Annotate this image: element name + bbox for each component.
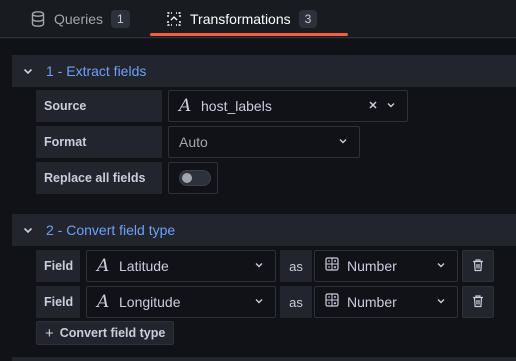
as-label: as	[280, 286, 312, 318]
chevron-down-icon	[22, 224, 36, 236]
toggle-knob	[182, 173, 192, 183]
tab-count-badge: 3	[298, 10, 318, 28]
delete-row-button[interactable]	[462, 286, 494, 318]
type-select-longitude[interactable]: Number	[314, 286, 458, 318]
replace-all-fields-label: Replace all fields	[36, 162, 162, 194]
replace-all-fields-toggle[interactable]	[179, 170, 211, 186]
type-value: Number	[347, 294, 397, 310]
field-select-latitude[interactable]: A Latitude	[86, 250, 276, 282]
format-select[interactable]: Auto	[168, 126, 360, 158]
trash-icon	[471, 294, 485, 311]
replace-all-fields-container	[168, 162, 218, 194]
type-select-latitude[interactable]: Number	[314, 250, 458, 282]
section-title: 2 - Convert field type	[46, 222, 176, 238]
field-type-icon: A	[179, 96, 192, 116]
plus-icon: +	[45, 324, 54, 342]
next-section-edge	[12, 357, 516, 361]
field-label: Field	[36, 250, 80, 282]
format-value: Auto	[179, 134, 208, 150]
clear-icon[interactable]	[367, 98, 379, 114]
transform-icon	[166, 11, 182, 27]
database-icon	[30, 11, 46, 27]
field-label: Field	[36, 286, 80, 318]
trash-icon	[471, 258, 485, 275]
field-type-icon: A	[97, 256, 110, 276]
tab-label: Transformations	[190, 11, 291, 27]
field-select-longitude[interactable]: A Longitude	[86, 286, 276, 318]
section-title: 1 - Extract fields	[46, 63, 147, 79]
as-label: as	[280, 250, 312, 282]
chevron-down-icon	[22, 65, 36, 77]
tab-bar: Queries 1 Transformations 3	[0, 0, 516, 38]
transformations-panel: 1 - Extract fields Source A host_labels …	[0, 39, 516, 361]
chevron-down-icon	[253, 294, 265, 310]
active-tab-indicator	[150, 33, 348, 36]
type-value: Number	[347, 258, 397, 274]
source-label: Source	[36, 90, 162, 122]
section-convert-field-type-header[interactable]: 2 - Convert field type	[12, 214, 516, 246]
tab-count-badge: 1	[111, 10, 130, 28]
chevron-down-icon	[253, 258, 265, 274]
format-label: Format	[36, 126, 162, 158]
delete-row-button[interactable]	[462, 250, 494, 282]
number-type-icon	[325, 292, 339, 312]
section-extract-fields-header[interactable]: 1 - Extract fields	[12, 55, 516, 87]
chevron-down-icon	[435, 294, 447, 310]
tab-queries[interactable]: Queries 1	[30, 0, 130, 38]
source-select[interactable]: A host_labels	[168, 90, 408, 122]
add-button-label: Convert field type	[59, 326, 166, 340]
number-type-icon	[325, 256, 339, 276]
tab-label: Queries	[54, 11, 104, 27]
add-convert-field-type-button[interactable]: + Convert field type	[36, 321, 175, 345]
field-type-icon: A	[97, 292, 110, 312]
field-value: Latitude	[119, 258, 169, 274]
chevron-down-icon	[337, 134, 349, 150]
field-value: Longitude	[119, 294, 181, 310]
chevron-down-icon[interactable]	[385, 98, 397, 114]
source-value: host_labels	[201, 98, 272, 114]
chevron-down-icon	[435, 258, 447, 274]
